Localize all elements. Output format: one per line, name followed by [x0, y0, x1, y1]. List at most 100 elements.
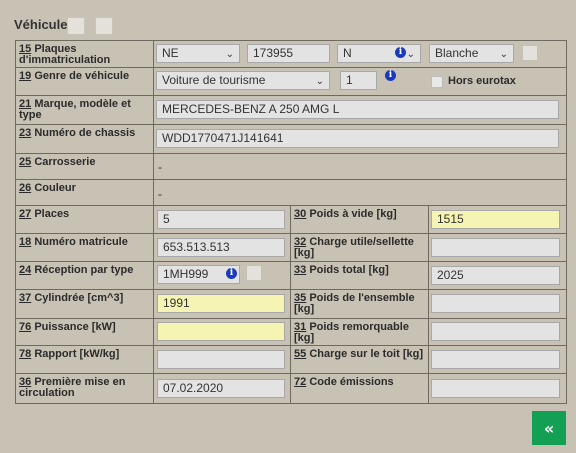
chevron-down-icon: ⌄ — [406, 49, 415, 60]
field-label: Poids de l'ensemble [kg] — [294, 292, 415, 315]
type-approval-lookup-button[interactable] — [246, 265, 262, 281]
plate-color-select[interactable]: Blanche ⌄ — [429, 44, 514, 63]
poids-vide-cell: 1515 — [427, 205, 568, 234]
field-label: Poids à vide [kg] — [309, 208, 397, 220]
roof-load-input[interactable] — [431, 350, 560, 369]
premiere-mise-cell: 07.02.2020 — [153, 373, 291, 404]
header-toggle-1[interactable] — [67, 17, 85, 35]
puissance-cell — [153, 318, 291, 346]
label-cell: 76 Puissance [kW] — [15, 318, 154, 346]
row-marque: 21 Marque, modèle et type MERCEDES-BENZ … — [15, 95, 568, 125]
vehicle-type-value: Voiture de tourisme — [162, 73, 266, 87]
field-number[interactable]: 18 — [19, 236, 31, 248]
chassis-cell: WDD1770471J141641 — [152, 124, 568, 154]
cylindree-cell: 1991 — [153, 289, 291, 319]
field-number[interactable]: 72 — [294, 376, 306, 388]
field-number[interactable]: 24 — [19, 264, 31, 276]
field-label: Charge sur le toit [kg] — [309, 348, 423, 360]
places-cell: 5 — [153, 205, 291, 234]
field-number[interactable]: 33 — [294, 264, 306, 276]
label-cell: 15 Plaques d'immatriculation — [15, 40, 154, 68]
field-number[interactable]: 78 — [19, 348, 31, 360]
combination-weight-input[interactable] — [431, 294, 560, 313]
page-title: Véhicule — [14, 17, 68, 32]
poids-remorquable-cell — [427, 318, 568, 346]
plate-number-input[interactable]: 173955 — [247, 44, 330, 63]
field-number[interactable]: 25 — [19, 156, 31, 168]
row-cylindree-ensemble: 37 Cylindrée [cm^3] 1991 35 Poids de l'e… — [15, 289, 568, 319]
vehicle-count-input[interactable]: 1 — [340, 71, 377, 90]
carrosserie-cell: - — [152, 153, 568, 180]
seats-input[interactable]: 5 — [157, 210, 285, 229]
matricule-cell: 653.513.513 — [153, 233, 291, 262]
chevron-down-icon: ⌄ — [315, 76, 324, 87]
label-cell: 72 Code émissions — [290, 373, 429, 404]
displacement-input[interactable]: 1991 — [157, 294, 285, 313]
field-number[interactable]: 76 — [19, 321, 31, 333]
emission-code-input[interactable] — [431, 379, 560, 398]
hors-eurotax-label: Hors eurotax — [448, 75, 516, 87]
suffix-value: N — [343, 46, 352, 60]
field-label: Genre de véhicule — [34, 70, 130, 82]
back-button[interactable]: « — [532, 411, 566, 445]
canton-select[interactable]: NE ⌄ — [156, 44, 240, 63]
vehicle-form-table: 15 Plaques d'immatriculation NE ⌄ 173955 … — [15, 40, 568, 404]
field-label: Numéro de chassis — [34, 127, 136, 139]
row-plaques: 15 Plaques d'immatriculation NE ⌄ 173955 … — [15, 40, 568, 68]
label-cell: 37 Cylindrée [cm^3] — [15, 289, 154, 319]
row-premiere-mise-emissions: 36 Première mise en circulation 07.02.20… — [15, 373, 568, 404]
plate-extra-checkbox[interactable] — [522, 45, 538, 61]
label-cell: 78 Rapport [kW/kg] — [15, 345, 154, 374]
label-cell: 25 Carrosserie — [15, 153, 154, 180]
field-number[interactable]: 23 — [19, 127, 31, 139]
info-icon[interactable]: i — [385, 70, 396, 81]
make-model-input[interactable]: MERCEDES-BENZ A 250 AMG L — [156, 100, 559, 119]
field-number[interactable]: 37 — [19, 292, 31, 304]
first-registration-date-input[interactable]: 07.02.2020 — [157, 379, 285, 398]
field-label: Première mise en circulation — [19, 376, 126, 399]
power-input[interactable] — [157, 322, 285, 341]
label-cell: 35 Poids de l'ensemble [kg] — [290, 289, 429, 319]
field-label: Cylindrée [cm^3] — [34, 292, 124, 304]
charge-toit-cell — [427, 345, 568, 374]
power-ratio-input[interactable] — [157, 350, 285, 369]
plaques-cell: NE ⌄ 173955 N ⌄ i Blanche ⌄ — [152, 40, 568, 68]
towing-weight-input[interactable] — [431, 322, 560, 341]
registration-number-input[interactable]: 653.513.513 — [157, 238, 285, 257]
genre-cell: Voiture de tourisme ⌄ 1 i Hors eurotax — [152, 67, 568, 96]
header-toggle-2[interactable] — [95, 17, 113, 35]
field-label: Poids remorquable [kg] — [294, 321, 409, 344]
field-label: Poids total [kg] — [309, 264, 389, 276]
row-carrosserie: 25 Carrosserie - — [15, 153, 568, 180]
field-number[interactable]: 27 — [19, 208, 31, 220]
marque-cell: MERCEDES-BENZ A 250 AMG L — [152, 95, 568, 125]
field-number[interactable]: 55 — [294, 348, 306, 360]
label-cell: 19 Genre de véhicule — [15, 67, 154, 96]
field-label: Plaques d'immatriculation — [19, 43, 111, 66]
field-label: Places — [34, 208, 70, 220]
empty-weight-input[interactable]: 1515 — [431, 210, 560, 229]
field-label: Code émissions — [309, 376, 394, 388]
label-cell: 23 Numéro de chassis — [15, 124, 154, 154]
vehicle-type-select[interactable]: Voiture de tourisme ⌄ — [156, 71, 330, 90]
canton-value: NE — [162, 46, 179, 60]
hors-eurotax-checkbox[interactable] — [431, 76, 443, 88]
poids-total-cell: 2025 — [427, 261, 568, 290]
label-cell: 18 Numéro matricule — [15, 233, 154, 262]
payload-input[interactable] — [431, 238, 560, 257]
label-cell: 32 Charge utile/sellette [kg] — [290, 233, 429, 262]
double-chevron-left-icon: « — [543, 418, 555, 438]
total-weight-input[interactable]: 2025 — [431, 266, 560, 285]
field-number[interactable]: 26 — [19, 182, 31, 194]
row-genre: 19 Genre de véhicule Voiture de tourisme… — [15, 67, 568, 96]
plate-suffix-select[interactable]: N ⌄ — [337, 44, 421, 63]
field-number[interactable]: 30 — [294, 208, 306, 220]
info-icon[interactable]: i — [226, 268, 237, 279]
couleur-cell: - — [152, 179, 568, 206]
field-number[interactable]: 19 — [19, 70, 31, 82]
chevron-down-icon: ⌄ — [499, 49, 508, 60]
reception-cell: 1MH999 i — [153, 261, 291, 290]
info-icon[interactable]: i — [395, 47, 406, 58]
chassis-number-input[interactable]: WDD1770471J141641 — [156, 129, 559, 148]
field-label: Couleur — [34, 182, 76, 194]
